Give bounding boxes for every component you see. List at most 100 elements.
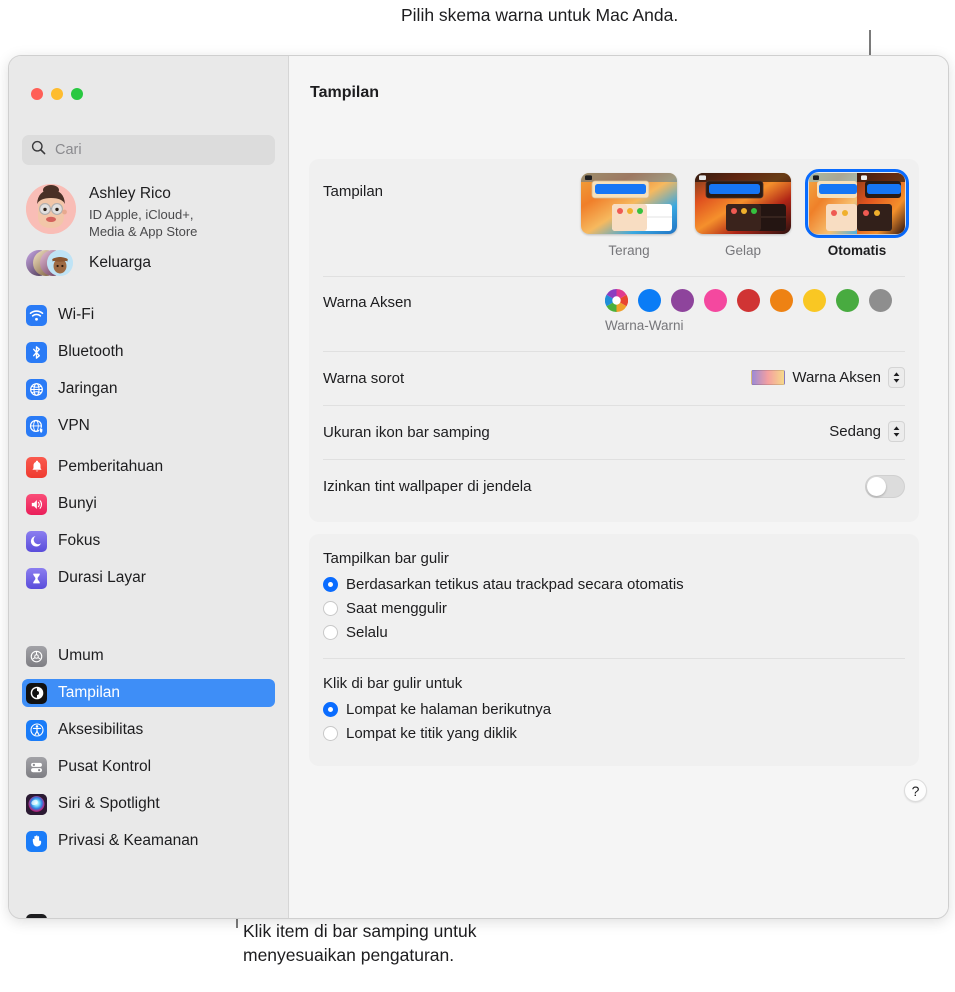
accent-swatch-purple[interactable] bbox=[671, 289, 694, 312]
sidebar-item-wi-fi[interactable]: Wi-Fi bbox=[22, 301, 275, 329]
radio-option-jump-next-page[interactable]: Lompat ke halaman berikutnya bbox=[323, 701, 905, 718]
search-input[interactable]: Cari bbox=[22, 135, 275, 165]
radio-label: Selalu bbox=[346, 624, 388, 641]
sidebar-item-label: Privasi & Keamanan bbox=[58, 832, 199, 849]
accent-swatch-yellow[interactable] bbox=[803, 289, 826, 312]
accent-swatch-green[interactable] bbox=[836, 289, 859, 312]
wallpaper-tint-row: Izinkan tint wallpaper di jendela bbox=[309, 460, 919, 513]
appearance-option-otomatis[interactable]: Otomatis bbox=[805, 169, 909, 258]
chevron-updown-icon[interactable] bbox=[888, 367, 905, 388]
accent-color-row: Warna Aksen Warna-Warni bbox=[309, 277, 919, 351]
accent-swatch-graphite[interactable] bbox=[869, 289, 892, 312]
maximize-button[interactable] bbox=[71, 88, 83, 100]
sidebar-item-bluetooth[interactable]: Bluetooth bbox=[22, 338, 275, 366]
accent-swatch-pink[interactable] bbox=[704, 289, 727, 312]
gear-icon bbox=[26, 645, 47, 667]
sidebar-item-keluarga[interactable]: Keluarga bbox=[26, 249, 151, 277]
sidebar-item-vpn[interactable]: VPN bbox=[22, 412, 275, 440]
radio-label: Berdasarkan tetikus atau trackpad secara… bbox=[346, 576, 684, 593]
sidebar-item-label: Aksesibilitas bbox=[58, 721, 144, 738]
accent-color-label: Warna Aksen bbox=[323, 294, 412, 311]
click-scrollbar-section: Klik di bar gulir untuk Lompat ke halama… bbox=[309, 659, 919, 759]
sidebar-item-siri-spotlight[interactable]: Siri & Spotlight bbox=[22, 790, 275, 818]
radio-button[interactable] bbox=[323, 625, 338, 640]
sidebar-icon-size-row: Ukuran ikon bar samping Sedang bbox=[309, 406, 919, 459]
appearance-row: Tampilan Terang Gelap Otomatis bbox=[309, 159, 919, 276]
accent-swatch-orange[interactable] bbox=[770, 289, 793, 312]
appearance-thumb-auto[interactable] bbox=[805, 169, 909, 238]
sidebar-item-jaringan[interactable]: Jaringan bbox=[22, 375, 275, 403]
speaker-icon bbox=[26, 493, 47, 515]
sidebar-item-label: Bluetooth bbox=[58, 343, 124, 360]
appearance-label: Tampilan bbox=[323, 183, 384, 200]
sidebar-item-partial-icon[interactable] bbox=[26, 914, 47, 918]
sidebar-item-fokus[interactable]: Fokus bbox=[22, 527, 275, 555]
account-subtitle: ID Apple, iCloud+, Media & App Store bbox=[89, 206, 198, 239]
radio-option-when-scrolling[interactable]: Saat menggulir bbox=[323, 600, 905, 617]
page-title: Tampilan bbox=[310, 84, 380, 101]
radio-button[interactable] bbox=[323, 702, 338, 717]
accessibility-icon bbox=[26, 719, 47, 741]
show-scrollbars-heading: Tampilkan bar gulir bbox=[323, 550, 449, 567]
bluetooth-icon bbox=[26, 341, 47, 363]
sidebar-item-durasi-layar[interactable]: Durasi Layar bbox=[22, 564, 275, 592]
radio-button[interactable] bbox=[323, 726, 338, 741]
sidebar-item-umum[interactable]: Umum bbox=[22, 642, 275, 670]
radio-label: Saat menggulir bbox=[346, 600, 447, 617]
radio-option-jump-to-spot[interactable]: Lompat ke titik yang diklik bbox=[323, 725, 905, 742]
siri-icon bbox=[26, 793, 47, 815]
appearance-thumb-dark[interactable] bbox=[695, 173, 791, 234]
sidebar-item-label: VPN bbox=[58, 417, 90, 434]
sidebar-icon-size-popup[interactable]: Sedang bbox=[829, 421, 905, 442]
vpn-globe-icon bbox=[26, 415, 47, 437]
highlight-color-popup[interactable]: Warna Aksen bbox=[751, 367, 905, 388]
account-row[interactable]: Ashley Rico ID Apple, iCloud+, Media & A… bbox=[26, 184, 197, 240]
minimize-button[interactable] bbox=[51, 88, 63, 100]
sidebar-item-aksesibilitas[interactable]: Aksesibilitas bbox=[22, 716, 275, 744]
bell-icon bbox=[26, 456, 47, 478]
wallpaper-tint-toggle[interactable] bbox=[865, 475, 905, 498]
radio-option-auto[interactable]: Berdasarkan tetikus atau trackpad secara… bbox=[323, 576, 905, 593]
accent-color-caption: Warna-Warni bbox=[605, 318, 684, 333]
accent-color-swatches bbox=[604, 288, 892, 313]
sidebar-icon-size-label: Ukuran ikon bar samping bbox=[323, 424, 490, 441]
sidebar-item-pemberitahuan[interactable]: Pemberitahuan bbox=[22, 453, 275, 481]
family-avatars-icon bbox=[26, 249, 76, 277]
appearance-thumb-light[interactable] bbox=[581, 173, 677, 234]
click-scrollbar-heading: Klik di bar gulir untuk bbox=[323, 675, 463, 692]
sidebar-item-pusat-kontrol[interactable]: Pusat Kontrol bbox=[22, 753, 275, 781]
appearance-icon bbox=[26, 682, 47, 704]
search-placeholder: Cari bbox=[55, 142, 82, 158]
sidebar-item-bunyi[interactable]: Bunyi bbox=[22, 490, 275, 518]
sidebar-item-label: Bunyi bbox=[58, 495, 97, 512]
callout-bottom-text: Klik item di bar samping untuk menyesuai… bbox=[243, 921, 477, 965]
chevron-updown-icon[interactable] bbox=[888, 421, 905, 442]
network-globe-icon bbox=[26, 378, 47, 400]
sidebar-item-label: Umum bbox=[58, 647, 104, 664]
hand-privacy-icon bbox=[26, 830, 47, 852]
close-button[interactable] bbox=[31, 88, 43, 100]
sidebar-item-tampilan[interactable]: Tampilan bbox=[22, 679, 275, 707]
accent-swatch-red[interactable] bbox=[737, 289, 760, 312]
appearance-settings-card: Tampilan Terang Gelap Otomatis Warna Aks… bbox=[309, 159, 919, 522]
sidebar-group-network: Wi-Fi Bluetooth Jaringan VPN bbox=[22, 301, 275, 449]
radio-button[interactable] bbox=[323, 577, 338, 592]
appearance-option-terang[interactable]: Terang bbox=[581, 173, 677, 258]
control-center-icon bbox=[26, 756, 47, 778]
appearance-options: Terang Gelap Otomatis bbox=[581, 169, 909, 258]
sidebar-item-label: Keluarga bbox=[89, 254, 152, 271]
sidebar-item-label: Pusat Kontrol bbox=[58, 758, 152, 775]
sidebar-item-privasi-keamanan[interactable]: Privasi & Keamanan bbox=[22, 827, 275, 855]
radio-button[interactable] bbox=[323, 601, 338, 616]
appearance-option-label: Gelap bbox=[724, 243, 762, 258]
show-scrollbars-section: Tampilkan bar gulir Berdasarkan tetikus … bbox=[309, 534, 919, 658]
help-button[interactable]: ? bbox=[904, 779, 927, 802]
account-name: Ashley Rico bbox=[89, 185, 171, 202]
accent-swatch-multicolor[interactable] bbox=[604, 288, 629, 313]
content-pane: Tampilan Tampilan Terang Gelap Otomatis … bbox=[289, 56, 948, 918]
radio-option-always[interactable]: Selalu bbox=[323, 624, 905, 641]
appearance-option-gelap[interactable]: Gelap bbox=[695, 173, 791, 258]
scrollbar-settings-card: Tampilkan bar gulir Berdasarkan tetikus … bbox=[309, 534, 919, 766]
hourglass-icon bbox=[26, 567, 47, 589]
accent-swatch-blue[interactable] bbox=[638, 289, 661, 312]
